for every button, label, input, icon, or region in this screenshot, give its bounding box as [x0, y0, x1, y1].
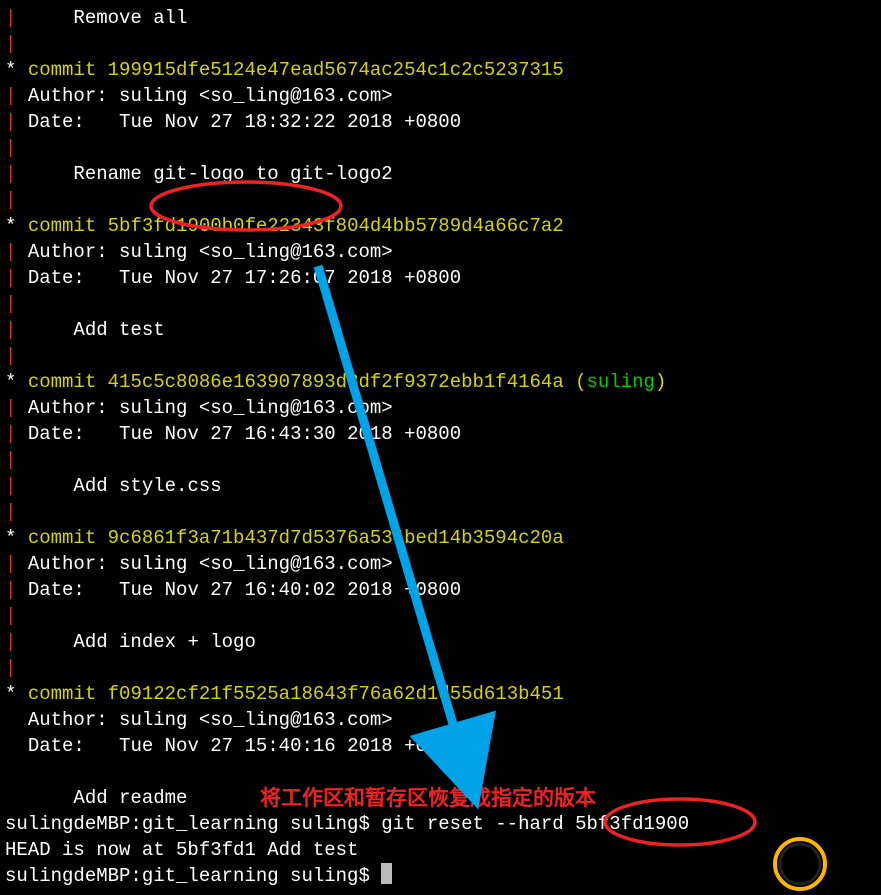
commit-hash: f09122cf21f5525a18643f76a62d1d55d613b451: [108, 683, 564, 705]
terminal-output: | Remove all | * commit 199915dfe5124e47…: [5, 5, 881, 889]
commit-date: Tue Nov 27 17:26:07 2018 +0800: [119, 267, 461, 289]
commit-message: | Add test: [5, 317, 881, 343]
commit-author: suling <so_ling@163.com>: [119, 709, 393, 731]
commit-message: | Rename git-logo to git-logo2: [5, 161, 881, 187]
shell-prompt: sulingdeMBP:git_learning suling$: [5, 813, 381, 835]
commit-message: | Add style.css: [5, 473, 881, 499]
commit-header: * commit 5bf3fd1900b0fe22343f804d4bb5789…: [5, 213, 881, 239]
partial-line: | Remove all: [5, 5, 881, 31]
annotation-label: 将工作区和暂存区恢复成指定的版本: [260, 786, 596, 812]
commit-header: * commit 199915dfe5124e47ead5674ac254c1c…: [5, 57, 881, 83]
commit-date: Tue Nov 27 16:43:30 2018 +0800: [119, 423, 461, 445]
output-line: HEAD is now at 5bf3fd1 Add test: [5, 837, 881, 863]
commit-header: * commit 9c6861f3a71b437d7d5376a534bed14…: [5, 525, 881, 551]
commit-date: Tue Nov 27 15:40:16 2018 +0800: [119, 735, 461, 757]
commit-author: suling <so_ling@163.com>: [119, 241, 393, 263]
commit-header: * commit f09122cf21f5525a18643f76a62d1d5…: [5, 681, 881, 707]
commit-date: Tue Nov 27 18:32:22 2018 +0800: [119, 111, 461, 133]
shell-prompt: sulingdeMBP:git_learning suling$: [5, 865, 381, 887]
commit-hash: 5bf3fd1900b0fe22343f804d4bb5789d4a66c7a2: [108, 215, 564, 237]
prompt-line: sulingdeMBP:git_learning suling$ git res…: [5, 811, 881, 837]
prompt-line[interactable]: sulingdeMBP:git_learning suling$: [5, 863, 881, 889]
commit-hash: 415c5c8086e163907893d3df2f9372ebb1f4164a: [108, 371, 564, 393]
commit-header: * commit 415c5c8086e163907893d3df2f9372e…: [5, 369, 881, 395]
commit-author: suling <so_ling@163.com>: [119, 85, 393, 107]
commit-author: suling <so_ling@163.com>: [119, 553, 393, 575]
commit-hash: 199915dfe5124e47ead5674ac254c1c2c5237315: [108, 59, 564, 81]
cursor-icon: [381, 863, 392, 884]
typed-command[interactable]: git reset --hard 5bf3fd1900: [381, 813, 689, 835]
ref-name: suling: [587, 371, 655, 393]
commit-date: Tue Nov 27 16:40:02 2018 +0800: [119, 579, 461, 601]
commit-author: suling <so_ling@163.com>: [119, 397, 393, 419]
commit-message: | Add index + logo: [5, 629, 881, 655]
commit-hash: 9c6861f3a71b437d7d5376a534bed14b3594c20a: [108, 527, 564, 549]
